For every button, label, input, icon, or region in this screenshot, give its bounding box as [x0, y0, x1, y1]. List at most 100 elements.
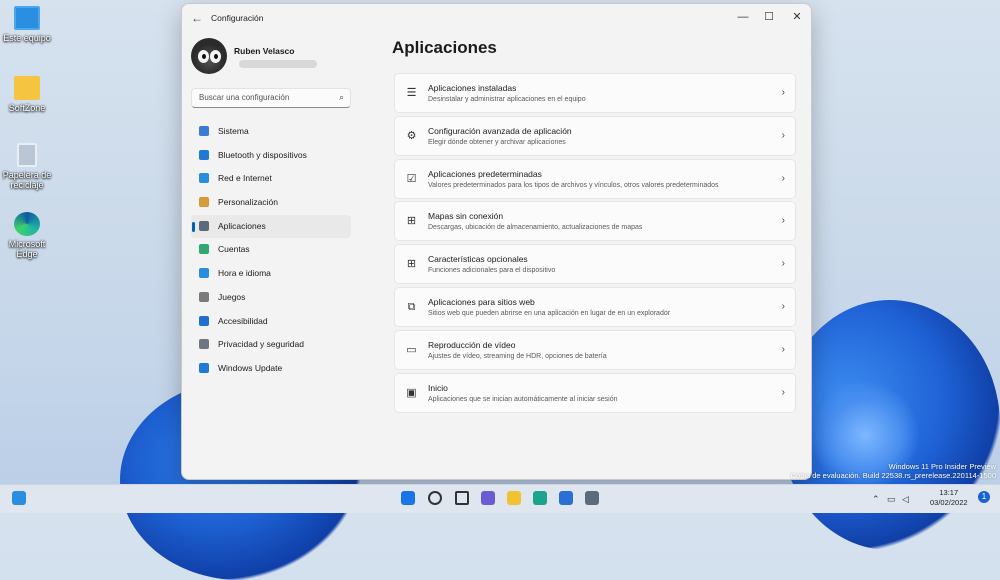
search-icon[interactable]	[428, 491, 442, 505]
sidebar-item-privacidad-y-seguridad[interactable]: Privacidad y seguridad	[191, 333, 351, 357]
avatar	[191, 38, 227, 74]
optional-features-icon: ⊞	[406, 258, 417, 271]
video-icon: ▭	[406, 343, 417, 356]
desktop-icon-label: Papelera de reciclaje	[2, 170, 52, 190]
sidebar-item-label: Windows Update	[218, 362, 283, 373]
minimize-button[interactable]: —	[730, 8, 756, 26]
sidebar-item-sistema[interactable]: Sistema	[191, 120, 351, 144]
sidebar-item-bluetooth-y-dispositivos[interactable]: Bluetooth y dispositivos	[191, 144, 351, 168]
edge-icon[interactable]	[533, 491, 547, 505]
shield-icon	[199, 339, 209, 350]
system-icon	[199, 126, 209, 136]
settings-row[interactable]: ⊞ Mapas sin conexión Descargas, ubicación …	[394, 201, 796, 242]
sidebar-nav: Sistema Bluetooth y dispositivos Red e Int…	[191, 120, 351, 381]
apps-icon	[199, 220, 209, 231]
desktop-icon-label: Microsoft Edge	[8, 239, 46, 259]
sidebar-item-juegos[interactable]: Juegos	[191, 286, 351, 310]
user-email-redacted	[239, 60, 317, 68]
start-icon[interactable]	[401, 491, 415, 505]
default-apps-icon: ☑	[406, 172, 417, 185]
search-input[interactable]: Buscar una configuración ⌕	[191, 88, 351, 108]
widgets-icon[interactable]	[12, 491, 26, 505]
clock-date: 03/02/2022	[930, 498, 968, 507]
store-icon[interactable]	[559, 491, 573, 505]
edge-icon	[14, 212, 40, 236]
globe-clock-icon	[199, 268, 209, 279]
search-placeholder: Buscar una configuración	[199, 93, 290, 102]
arrow-left-icon[interactable]: ←	[191, 11, 203, 25]
sidebar-item-hora-e-idioma[interactable]: Hora e idioma	[191, 262, 351, 286]
watermark-line-1: Windows 11 Pro Insider Preview	[888, 462, 996, 471]
open-in-app-icon: ⧉	[407, 300, 416, 313]
settings-row-title: Reproducción de vídeo	[428, 339, 516, 350]
title-bar[interactable]: ← Configuración — ☐ ✕	[182, 4, 811, 32]
desktop-icon-papelera[interactable]: Papelera de reciclaje	[0, 143, 57, 190]
sidebar-item-cuentas[interactable]: Cuentas	[191, 238, 351, 262]
settings-row-title: Aplicaciones para sitios web	[428, 296, 535, 307]
chevron-right-icon: ›	[781, 300, 785, 312]
app-settings-icon: ⚙	[406, 129, 417, 142]
sidebar-item-personalización[interactable]: Personalización	[191, 191, 351, 215]
settings-row-description: Aplicaciones que se inician automáticame…	[428, 395, 618, 403]
desktop-icon-softzone[interactable]: SoftZone	[0, 76, 57, 113]
sidebar-item-label: Accesibilidad	[218, 315, 268, 326]
sidebar-item-windows-update[interactable]: Windows Update	[191, 357, 351, 381]
chevron-up-icon[interactable]: ⌃	[872, 494, 880, 505]
settings-row-description: Elegir dónde obtener y archivar aplicaci…	[428, 138, 566, 146]
settings-row-description: Funciones adicionales para el dispositiv…	[428, 267, 556, 275]
sidebar-item-label: Sistema	[218, 126, 249, 136]
maximize-button[interactable]: ☐	[756, 8, 782, 26]
sidebar-item-red-e-internet[interactable]: Red e Internet	[191, 167, 351, 191]
update-icon	[199, 362, 209, 373]
page-title: Aplicaciones	[392, 38, 497, 57]
file-explorer-icon[interactable]	[507, 491, 521, 505]
settings-row-description: Sitios web que pueden abrirse en una apl…	[428, 309, 671, 317]
sidebar-item-label: Aplicaciones	[218, 220, 266, 231]
sidebar-item-label: Cuentas	[218, 244, 250, 255]
chat-icon[interactable]	[481, 491, 495, 505]
search-icon: ⌕	[338, 92, 344, 102]
close-button[interactable]: ✕	[784, 8, 810, 26]
sidebar-item-label: Personalización	[218, 197, 279, 208]
sidebar-item-aplicaciones[interactable]: Aplicaciones	[191, 214, 351, 239]
volume-icon[interactable]: ◁	[902, 494, 909, 505]
avatar-eye	[198, 50, 209, 63]
chevron-right-icon: ›	[781, 215, 785, 227]
chevron-right-icon: ›	[781, 172, 785, 184]
settings-row[interactable]: ⊞ Características opcionales Funciones adi…	[394, 244, 796, 285]
settings-icon[interactable]	[585, 491, 599, 505]
map-icon: ⊞	[406, 215, 417, 228]
settings-row[interactable]: ▣ Inicio Aplicaciones que se inician autom…	[394, 372, 796, 413]
list-icon: ☰	[406, 87, 417, 99]
task-view-icon[interactable]	[455, 491, 469, 505]
settings-row[interactable]: ☑ Aplicaciones predeterminadas Valores pre…	[394, 158, 796, 199]
chevron-right-icon: ›	[781, 343, 785, 355]
sidebar-item-label: Red e Internet	[218, 173, 272, 184]
user-name: Ruben Velasco	[234, 46, 295, 56]
network-icon[interactable]: ▭	[887, 494, 896, 505]
settings-row-title: Mapas sin conexión	[428, 211, 504, 222]
desktop-icon-este-equipo[interactable]: Este equipo	[0, 6, 57, 43]
settings-row[interactable]: ☰ Aplicaciones instaladas Desinstalar y ad…	[394, 73, 796, 113]
notification-badge[interactable]: 1	[978, 491, 990, 503]
settings-row-description: Valores predeterminados para los tipos d…	[428, 181, 719, 189]
watermark-line-2: Copia de evaluación. Build 22538.rs_prer…	[790, 471, 996, 480]
chevron-right-icon: ›	[781, 386, 785, 398]
settings-row-description: Desinstalar y administrar aplicaciones e…	[428, 96, 586, 103]
folder-icon	[14, 76, 40, 100]
monitor-icon	[14, 6, 40, 30]
sidebar-item-accesibilidad[interactable]: Accesibilidad	[191, 310, 351, 334]
window-title: Configuración	[211, 13, 264, 23]
active-indicator	[192, 221, 195, 232]
settings-row-title: Aplicaciones instaladas	[428, 83, 517, 93]
desktop-icon-label: Este equipo	[3, 33, 51, 43]
gamepad-icon	[199, 291, 209, 302]
system-clock[interactable]: 13:17 03/02/2022	[930, 488, 968, 508]
recycle-bin-icon	[17, 143, 37, 167]
settings-row[interactable]: ▭ Reproducción de vídeo Ajustes de vídeo, …	[394, 329, 796, 370]
sidebar-item-label: Privacidad y seguridad	[218, 339, 304, 350]
settings-list: ☰ Aplicaciones instaladas Desinstalar y ad…	[394, 73, 796, 415]
settings-row[interactable]: ⧉ Aplicaciones para sitios web Sitios web …	[394, 286, 796, 327]
desktop-icon-edge[interactable]: Microsoft Edge	[0, 212, 57, 259]
settings-row[interactable]: ⚙ Configuración avanzada de aplicación Ele…	[394, 115, 796, 156]
